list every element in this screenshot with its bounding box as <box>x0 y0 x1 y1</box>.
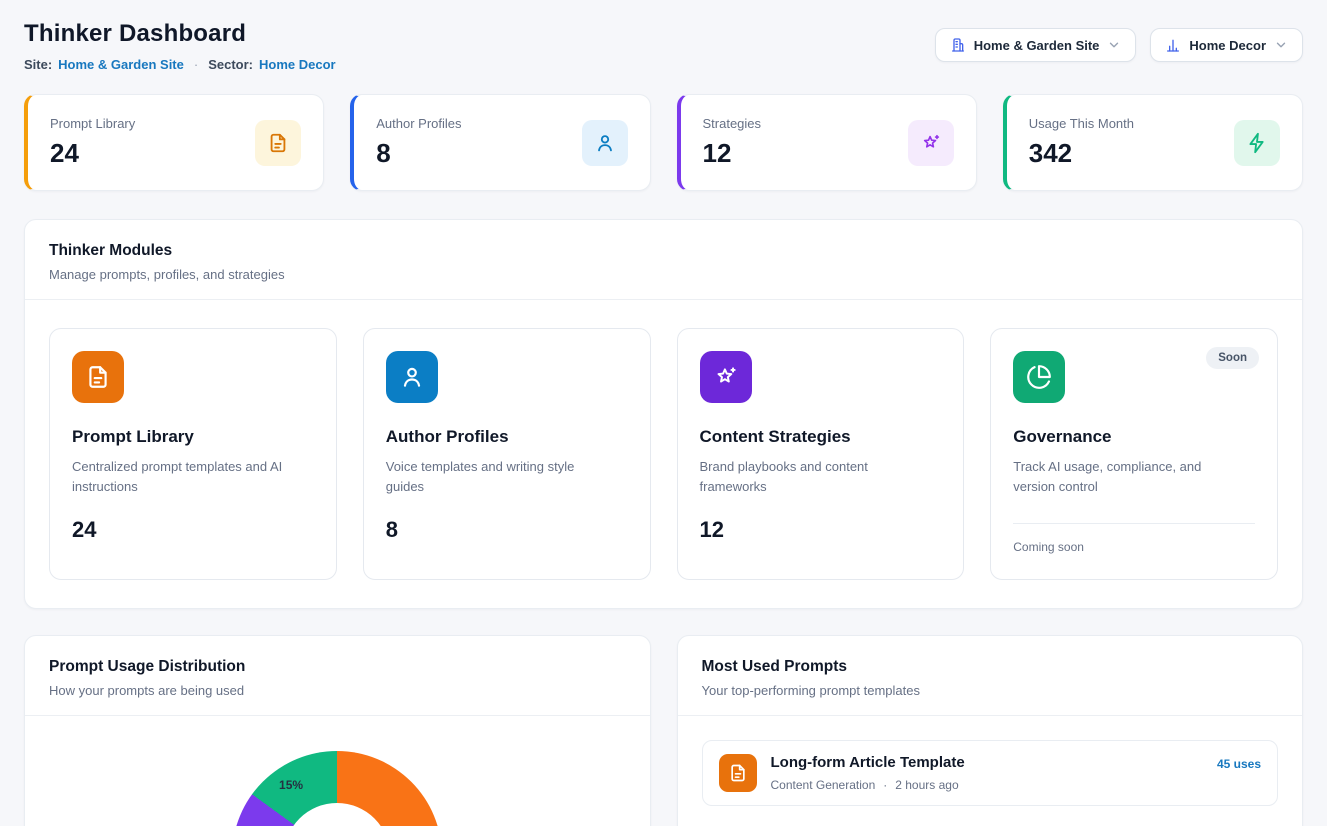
stat-text: Strategies 12 <box>703 116 762 169</box>
most-used-prompts-panel: Most Used Prompts Your top-performing pr… <box>677 635 1304 826</box>
module-title: Content Strategies <box>700 427 942 447</box>
dashboard-page: Thinker Dashboard Site: Home & Garden Si… <box>0 0 1327 826</box>
stat-value: 12 <box>703 138 762 169</box>
stat-text: Author Profiles 8 <box>376 116 461 169</box>
site-selector-dropdown[interactable]: Home & Garden Site <box>935 28 1137 62</box>
prompt-item-category: Content Generation <box>771 778 876 792</box>
usage-donut-chart-wrap: 15% <box>232 751 442 826</box>
document-icon <box>719 754 757 792</box>
stat-value: 342 <box>1029 138 1134 169</box>
module-count: 8 <box>386 517 628 543</box>
prompts-subtitle: Your top-performing prompt templates <box>702 683 1279 698</box>
stat-card-usage: Usage This Month 342 <box>1003 94 1303 191</box>
prompts-title: Most Used Prompts <box>702 658 1279 676</box>
module-description: Brand playbooks and content frameworks <box>700 457 930 497</box>
site-label: Site: <box>24 57 52 72</box>
usage-title: Prompt Usage Distribution <box>49 658 626 676</box>
module-card-content-strategies[interactable]: Content Strategies Brand playbooks and c… <box>677 328 965 580</box>
breadcrumb: Site: Home & Garden Site · Sector: Home … <box>24 57 336 72</box>
prompts-panel-header: Most Used Prompts Your top-performing pr… <box>678 636 1303 716</box>
module-title: Governance <box>1013 427 1255 447</box>
modules-panel-header: Thinker Modules Manage prompts, profiles… <box>25 220 1302 300</box>
module-title: Author Profiles <box>386 427 628 447</box>
pie-chart-icon <box>1013 351 1065 403</box>
document-icon <box>72 351 124 403</box>
site-link[interactable]: Home & Garden Site <box>58 57 184 72</box>
stat-card-strategies: Strategies 12 <box>677 94 977 191</box>
modules-subtitle: Manage prompts, profiles, and strategies <box>49 267 1278 282</box>
stat-label: Prompt Library <box>50 116 135 131</box>
stat-text: Prompt Library 24 <box>50 116 135 169</box>
sector-selector-dropdown[interactable]: Home Decor <box>1150 28 1303 62</box>
header-selectors: Home & Garden Site Home Decor <box>935 28 1303 62</box>
prompt-list: Long-form Article Template Content Gener… <box>678 716 1303 826</box>
modules-title: Thinker Modules <box>49 242 1278 260</box>
header: Thinker Dashboard Site: Home & Garden Si… <box>24 20 1303 72</box>
modules-grid: Prompt Library Centralized prompt templa… <box>25 300 1302 608</box>
person-icon <box>582 120 628 166</box>
stat-text: Usage This Month 342 <box>1029 116 1134 169</box>
stat-label: Author Profiles <box>376 116 461 131</box>
stat-label: Strategies <box>703 116 762 131</box>
sector-link[interactable]: Home Decor <box>259 57 336 72</box>
module-description: Voice templates and writing style guides <box>386 457 616 497</box>
stat-card-author-profiles: Author Profiles 8 <box>350 94 650 191</box>
separator-dot: · <box>194 57 198 72</box>
stat-value: 24 <box>50 138 135 169</box>
modules-panel: Thinker Modules Manage prompts, profiles… <box>24 219 1303 609</box>
stat-value: 8 <box>376 138 461 169</box>
sparkle-star-icon <box>700 351 752 403</box>
module-card-prompt-library[interactable]: Prompt Library Centralized prompt templa… <box>49 328 337 580</box>
sector-selector-label: Home Decor <box>1189 38 1266 53</box>
prompt-item-meta: Content Generation · 2 hours ago <box>771 778 1203 792</box>
prompt-item-title: Long-form Article Template <box>771 754 1203 771</box>
module-card-governance[interactable]: Soon Governance Track AI usage, complian… <box>990 328 1278 580</box>
person-icon <box>386 351 438 403</box>
stats-row: Prompt Library 24 Author Profiles 8 Stra… <box>24 94 1303 191</box>
sector-label: Sector: <box>208 57 253 72</box>
separator-dot: · <box>883 778 887 792</box>
coming-soon-text: Coming soon <box>1013 523 1255 554</box>
prompt-item-text: Long-form Article Template Content Gener… <box>771 754 1203 792</box>
module-card-author-profiles[interactable]: Author Profiles Voice templates and writ… <box>363 328 651 580</box>
module-description: Centralized prompt templates and AI inst… <box>72 457 302 497</box>
chevron-down-icon <box>1274 38 1288 52</box>
sparkle-star-icon <box>908 120 954 166</box>
usage-panel-header: Prompt Usage Distribution How your promp… <box>25 636 650 716</box>
page-title: Thinker Dashboard <box>24 20 336 48</box>
soon-badge: Soon <box>1206 347 1259 369</box>
module-count: 12 <box>700 517 942 543</box>
prompt-item-uses-badge: 45 uses <box>1217 757 1261 771</box>
stat-card-prompt-library: Prompt Library 24 <box>24 94 324 191</box>
module-title: Prompt Library <box>72 427 314 447</box>
prompt-list-item[interactable]: Long-form Article Template Content Gener… <box>702 740 1279 806</box>
usage-distribution-panel: Prompt Usage Distribution How your promp… <box>24 635 651 826</box>
document-icon <box>255 120 301 166</box>
stat-label: Usage This Month <box>1029 116 1134 131</box>
bar-chart-icon <box>1165 37 1181 53</box>
header-left: Thinker Dashboard Site: Home & Garden Si… <box>24 20 336 72</box>
building-icon <box>950 37 966 53</box>
lightning-icon <box>1234 120 1280 166</box>
chevron-down-icon <box>1107 38 1121 52</box>
prompt-item-time: 2 hours ago <box>895 778 958 792</box>
module-count: 24 <box>72 517 314 543</box>
usage-subtitle: How your prompts are being used <box>49 683 626 698</box>
site-selector-label: Home & Garden Site <box>974 38 1100 53</box>
module-description: Track AI usage, compliance, and version … <box>1013 457 1243 497</box>
bottom-row: Prompt Usage Distribution How your promp… <box>24 635 1303 826</box>
donut-segment-label: 15% <box>279 778 303 792</box>
